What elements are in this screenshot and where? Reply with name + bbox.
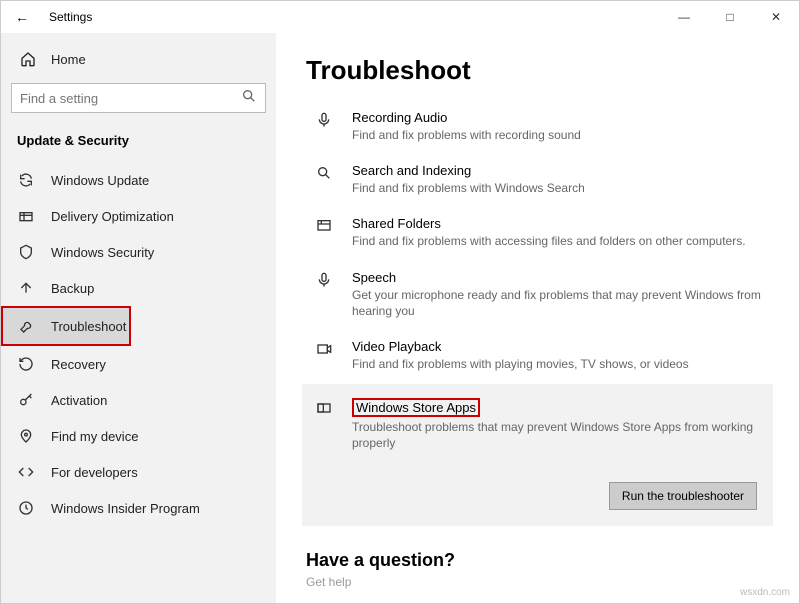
troubleshooter-title: Windows Store Apps (352, 398, 763, 417)
troubleshooter-desc: Find and fix problems with recording sou… (352, 127, 763, 143)
search-input[interactable] (20, 91, 241, 106)
sidebar-item-windows-security[interactable]: Windows Security (1, 234, 276, 270)
sidebar-item-label: For developers (51, 465, 138, 480)
sidebar-item-recovery[interactable]: Recovery (1, 346, 276, 382)
close-button[interactable]: ✕ (753, 1, 799, 33)
question-heading: Have a question? (306, 550, 769, 571)
delivery-icon (17, 208, 35, 224)
home-button[interactable]: Home (1, 43, 276, 75)
backup-icon (17, 280, 35, 296)
sidebar-item-for-developers[interactable]: For developers (1, 454, 276, 490)
troubleshooter-desc: Troubleshoot problems that may prevent W… (352, 419, 763, 451)
search-box[interactable] (11, 83, 266, 113)
sidebar-item-label: Activation (51, 393, 107, 408)
titlebar: ← Settings — □ ✕ (1, 1, 799, 33)
back-icon[interactable]: ← (15, 9, 35, 25)
troubleshooter-windows-store-apps[interactable]: Windows Store Apps Troubleshoot problems… (302, 384, 773, 525)
apps-icon (312, 400, 336, 451)
sidebar-item-delivery-optimization[interactable]: Delivery Optimization (1, 198, 276, 234)
sidebar-item-backup[interactable]: Backup (1, 270, 276, 306)
troubleshooter-title: Speech (352, 270, 763, 285)
get-help-link[interactable]: Get help (306, 575, 769, 589)
sidebar-item-troubleshoot[interactable]: Troubleshoot (1, 306, 131, 346)
sync-icon (17, 172, 35, 188)
video-icon (312, 341, 336, 372)
sidebar-item-windows-update[interactable]: Windows Update (1, 162, 276, 198)
troubleshooter-desc: Find and fix problems with Windows Searc… (352, 180, 763, 196)
sidebar-item-find-my-device[interactable]: Find my device (1, 418, 276, 454)
sidebar-item-windows-insider[interactable]: Windows Insider Program (1, 490, 276, 526)
minimize-button[interactable]: — (661, 1, 707, 33)
search-icon (312, 165, 336, 196)
watermark: wsxdn.com (740, 587, 790, 598)
home-label: Home (51, 52, 86, 67)
wrench-icon (19, 318, 35, 334)
sidebar: Home Update & Security Windows Update De… (1, 33, 276, 603)
page-title: Troubleshoot (306, 55, 769, 86)
sidebar-item-label: Recovery (51, 357, 106, 372)
code-icon (17, 464, 35, 480)
sidebar-item-label: Windows Update (51, 173, 149, 188)
troubleshooter-video-playback[interactable]: Video Playback Find and fix problems wit… (306, 329, 769, 382)
location-icon (17, 428, 35, 444)
shield-icon (17, 244, 35, 260)
question-section: Have a question? Get help (306, 550, 769, 589)
key-icon (17, 392, 35, 408)
troubleshooter-list: Recording Audio Find and fix problems wi… (306, 100, 769, 526)
nav-list: Windows Update Delivery Optimization Win… (1, 162, 276, 526)
mic-icon (312, 272, 336, 319)
insider-icon (17, 500, 35, 516)
folder-icon (312, 218, 336, 249)
recovery-icon (17, 356, 35, 372)
troubleshooter-desc: Find and fix problems with playing movie… (352, 356, 763, 372)
troubleshooter-shared-folders[interactable]: Shared Folders Find and fix problems wit… (306, 206, 769, 259)
troubleshooter-search-indexing[interactable]: Search and Indexing Find and fix problem… (306, 153, 769, 206)
window-controls: — □ ✕ (661, 1, 799, 33)
sidebar-item-label: Find my device (51, 429, 138, 444)
sidebar-item-label: Backup (51, 281, 94, 296)
troubleshooter-recording-audio[interactable]: Recording Audio Find and fix problems wi… (306, 100, 769, 153)
troubleshooter-title: Search and Indexing (352, 163, 763, 178)
mic-icon (312, 112, 336, 143)
sidebar-item-label: Troubleshoot (51, 319, 126, 334)
window-title: Settings (49, 10, 92, 24)
troubleshooter-title: Shared Folders (352, 216, 763, 231)
troubleshooter-desc: Find and fix problems with accessing fil… (352, 233, 763, 249)
troubleshooter-title: Video Playback (352, 339, 763, 354)
sidebar-item-label: Delivery Optimization (51, 209, 174, 224)
section-header: Update & Security (1, 127, 276, 162)
troubleshooter-speech[interactable]: Speech Get your microphone ready and fix… (306, 260, 769, 329)
troubleshooter-title: Recording Audio (352, 110, 763, 125)
search-icon (241, 88, 257, 109)
sidebar-item-label: Windows Insider Program (51, 501, 200, 516)
sidebar-item-activation[interactable]: Activation (1, 382, 276, 418)
run-troubleshooter-button[interactable]: Run the troubleshooter (609, 482, 757, 510)
home-icon (19, 51, 37, 67)
content-pane: Troubleshoot Recording Audio Find and fi… (276, 33, 799, 603)
sidebar-item-label: Windows Security (51, 245, 154, 260)
troubleshooter-desc: Get your microphone ready and fix proble… (352, 287, 763, 319)
maximize-button[interactable]: □ (707, 1, 753, 33)
